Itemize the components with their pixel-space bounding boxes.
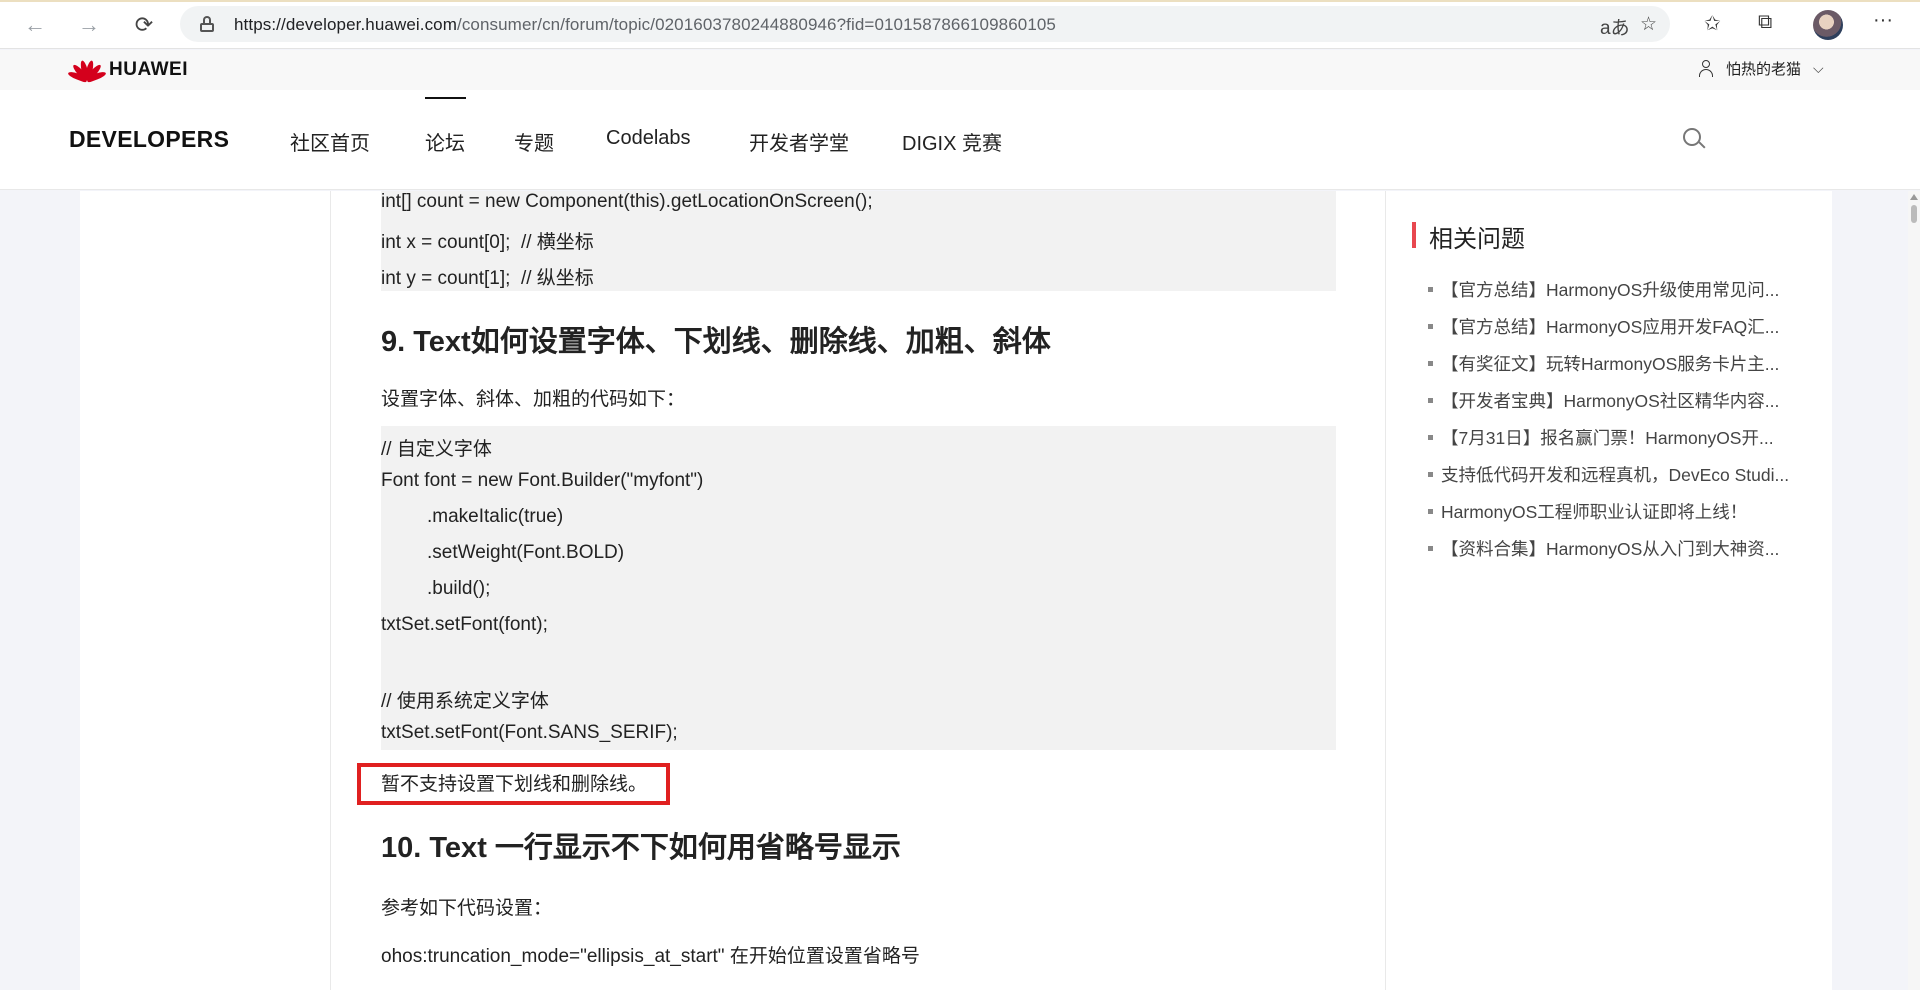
code-line: txtSet.setFont(Font.SANS_SERIF);	[381, 722, 678, 743]
favorites-icon[interactable]: ✩	[1704, 11, 1721, 36]
site-top-strip	[0, 50, 1920, 90]
developers-logo[interactable]: DEVELOPERS	[69, 126, 229, 153]
related-questions-title: 相关问题	[1429, 226, 1525, 253]
code-line: int y = count[1]; // 纵坐标	[381, 268, 594, 289]
truncation-code: ohos:truncation_mode="ellipsis_at_start"…	[381, 946, 920, 967]
heading-9: 9. Text如何设置字体、下划线、删除线、加粗、斜体	[381, 326, 1051, 358]
related-question-item[interactable]: 【开发者宝典】HarmonyOS社区精华内容...	[1428, 388, 1816, 413]
code-block-font: // 自定义字体 Font font = new Font.Builder("m…	[381, 426, 1336, 750]
related-question-item[interactable]: HarmonyOS工程师职业认证即将上线！	[1428, 499, 1816, 524]
code-line: Font font = new Font.Builder("myfont")	[381, 470, 704, 491]
lock-icon[interactable]	[200, 16, 214, 32]
huawei-logo[interactable]: HUAWEI	[67, 58, 188, 83]
code-line: int[] count = new Component(this).getLoc…	[381, 191, 873, 212]
bullet-icon	[1428, 434, 1433, 440]
active-nav-indicator	[425, 97, 466, 99]
section-accent-bar	[1412, 222, 1416, 248]
profile-avatar[interactable]	[1813, 10, 1843, 40]
code-comment: // 使用系统定义字体	[381, 691, 549, 712]
search-icon[interactable]	[1683, 128, 1706, 150]
intro-9: 设置字体、斜体、加粗的代码如下：	[381, 389, 686, 410]
nav-codelabs[interactable]: Codelabs	[606, 127, 691, 150]
read-aloud-icon[interactable]: aあ	[1600, 13, 1630, 40]
user-name[interactable]: 怕热的老猫	[1726, 58, 1801, 79]
bullet-icon	[1428, 286, 1433, 292]
bullet-icon	[1428, 508, 1433, 514]
intro-10: 参考如下代码设置：	[381, 898, 553, 919]
nav-topics[interactable]: 专题	[514, 127, 554, 156]
code-comment: // 自定义字体	[381, 439, 492, 460]
window-top-edge	[0, 0, 1920, 2]
bullet-icon	[1428, 360, 1433, 366]
address-bar[interactable]: https://developer.huawei.com/consumer/cn…	[180, 6, 1670, 42]
collections-icon[interactable]: ⧉	[1758, 11, 1772, 34]
code-line: .makeItalic(true)	[427, 506, 564, 527]
browser-toolbar: ← → ⟳ https://developer.huawei.com/consu…	[0, 0, 1920, 49]
user-icon	[1698, 59, 1714, 78]
forward-icon[interactable]: →	[74, 10, 104, 40]
related-question-item[interactable]: 【官方总结】HarmonyOS升级使用常见问...	[1428, 277, 1816, 302]
annotation-highlight	[357, 763, 670, 805]
more-menu-icon[interactable]: ···	[1873, 9, 1893, 32]
add-favorite-icon[interactable]: ☆	[1640, 13, 1657, 36]
nav-academy[interactable]: 开发者学堂	[749, 127, 849, 156]
chevron-down-icon[interactable]: ⌵	[1813, 60, 1824, 77]
nav-forum[interactable]: 论坛	[425, 127, 465, 156]
code-line: .build();	[427, 578, 491, 599]
related-question-item[interactable]: 支持低代码开发和远程真机，DevEco Studi...	[1428, 462, 1816, 487]
bullet-icon	[1428, 323, 1433, 329]
related-question-item[interactable]: 【有奖征文】玩转HarmonyOS服务卡片主...	[1428, 351, 1816, 376]
code-block-location: int[] count = new Component(this).getLoc…	[381, 191, 1336, 291]
url-text[interactable]: https://developer.huawei.com/consumer/cn…	[234, 15, 1056, 35]
nav-community-home[interactable]: 社区首页	[290, 127, 370, 156]
related-question-item[interactable]: 【7月31日】报名赢门票！HarmonyOS开...	[1428, 425, 1816, 450]
code-line: txtSet.setFont(font);	[381, 614, 548, 635]
brand-name: HUAWEI	[109, 59, 188, 80]
huawei-flower-icon	[67, 58, 107, 83]
refresh-icon[interactable]: ⟳	[129, 10, 159, 40]
main-navigation: DEVELOPERS 社区首页 论坛 专题 Codelabs 开发者学堂 DIG…	[0, 90, 1920, 190]
related-question-item[interactable]: 【资料合集】HarmonyOS从入门到大神资...	[1428, 536, 1816, 561]
heading-10: 10. Text 一行显示不下如何用省略号显示	[381, 832, 901, 864]
bullet-icon	[1428, 545, 1433, 551]
user-menu[interactable]: 怕热的老猫 ⌵	[1698, 58, 1824, 79]
nav-digix[interactable]: DIGIX 竞赛	[902, 127, 1002, 156]
scroll-thumb[interactable]	[1911, 205, 1917, 223]
back-icon[interactable]: ←	[20, 10, 50, 40]
related-question-item[interactable]: 【官方总结】HarmonyOS应用开发FAQ汇...	[1428, 314, 1816, 339]
bullet-icon	[1428, 397, 1433, 403]
scroll-up-icon[interactable]	[1910, 194, 1918, 200]
code-line: int x = count[0]; // 横坐标	[381, 232, 594, 253]
page-scrollbar[interactable]	[1908, 191, 1920, 990]
code-line: .setWeight(Font.BOLD)	[427, 542, 625, 563]
bullet-icon	[1428, 471, 1433, 477]
